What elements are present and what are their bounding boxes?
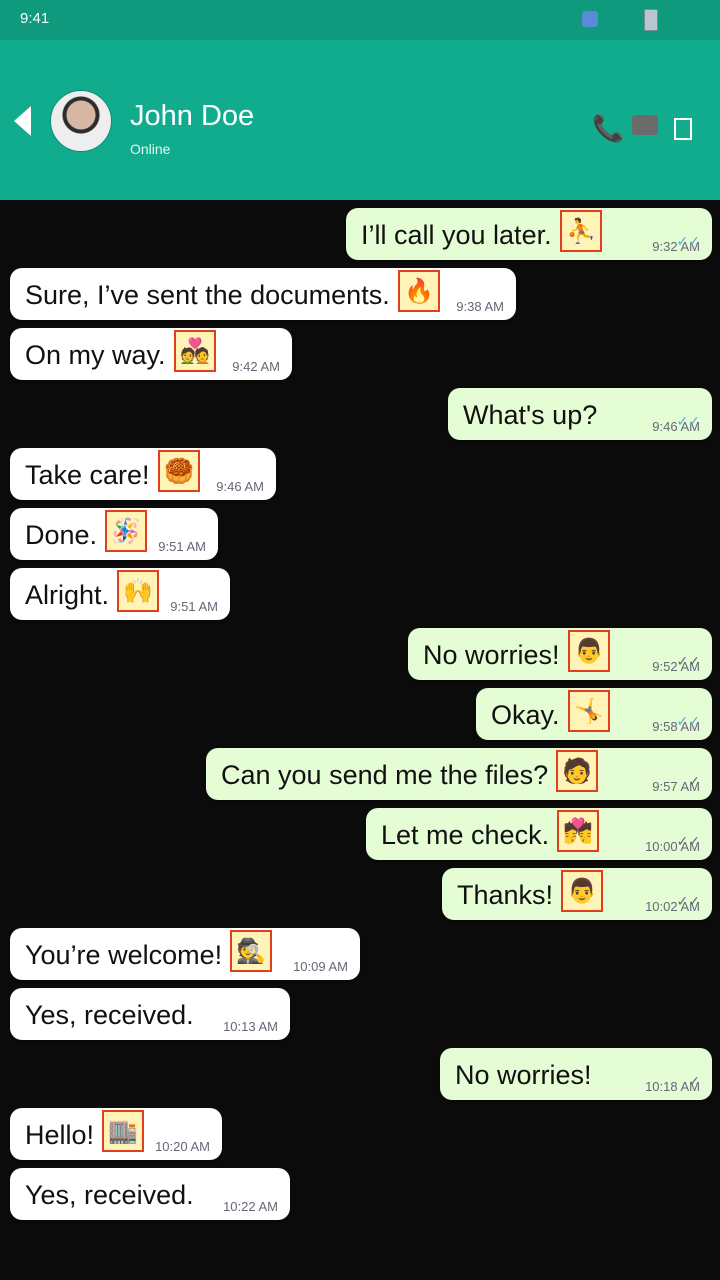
delivery-check-icon: ✓✓ <box>676 654 700 670</box>
delivery-check-icon: ✓✓ <box>676 414 700 430</box>
message-text: No worries! <box>423 640 560 670</box>
incoming-message[interactable]: Done. 🪅 9:51 AM <box>10 508 218 560</box>
message-time: 10:09 AM <box>293 959 348 974</box>
status-time: 9:41 <box>20 10 50 27</box>
outgoing-message[interactable]: What's up? 9:46 AM ✓✓ <box>448 388 712 440</box>
outgoing-message[interactable]: Okay. 🤸 9:58 AM ✓✓ <box>476 688 712 740</box>
message-time: 10:13 AM <box>223 1019 278 1034</box>
message-emoji-icon: 💑 <box>174 330 216 372</box>
message-emoji-icon: 💏 <box>557 810 599 852</box>
message-emoji-icon: 🙌 <box>117 570 159 612</box>
message-text: Can you send me the files? <box>221 760 549 790</box>
message-text: Alright. <box>25 580 110 610</box>
message-text: Yes, received. <box>25 1180 194 1210</box>
message-time: 9:51 AM <box>170 599 218 614</box>
incoming-message[interactable]: You’re welcome! 🕵 10:09 AM <box>10 928 360 980</box>
delivery-check-icon: ✓✓ <box>676 834 700 850</box>
message-text: No worries! <box>455 1060 592 1090</box>
message-emoji-icon: 🪅 <box>105 510 147 552</box>
message-text: Hello! <box>25 1120 95 1150</box>
delivery-check-icon: ✓ <box>688 1074 700 1090</box>
message-text: Yes, received. <box>25 1000 194 1030</box>
message-emoji-icon: 🕵 <box>230 930 272 972</box>
video-camera-icon[interactable] <box>632 115 658 135</box>
message-text: Okay. <box>491 700 560 730</box>
message-text: I’ll call you later. <box>361 220 552 250</box>
outgoing-message[interactable]: Thanks! 👨 10:02 AM ✓✓ <box>442 868 712 920</box>
message-emoji-icon: 👨 <box>561 870 603 912</box>
message-text: Done. <box>25 520 98 550</box>
outgoing-message[interactable]: No worries! 10:18 AM ✓ <box>440 1048 712 1100</box>
incoming-message[interactable]: Yes, received. 10:13 AM <box>10 988 290 1040</box>
incoming-message[interactable]: Sure, I’ve sent the documents. 🔥 9:38 AM <box>10 268 516 320</box>
message-emoji-icon: 🏬 <box>102 1110 144 1152</box>
message-time: 9:38 AM <box>456 299 504 314</box>
message-time: 9:42 AM <box>232 359 280 374</box>
message-time: 9:46 AM <box>216 479 264 494</box>
phone-icon[interactable]: 📞 <box>592 113 624 144</box>
message-text: Take care! <box>25 460 150 490</box>
message-time: 9:51 AM <box>158 539 206 554</box>
message-text: You’re welcome! <box>25 940 223 970</box>
message-emoji-icon: 🧑 <box>556 750 598 792</box>
signal-icon <box>582 11 598 27</box>
delivery-check-icon: ✓ <box>688 774 700 790</box>
outgoing-message[interactable]: No worries! 👨 9:52 AM ✓✓ <box>408 628 712 680</box>
message-emoji-icon: 🤸 <box>568 690 610 732</box>
outgoing-message[interactable]: Let me check. 💏 10:00 AM ✓✓ <box>366 808 712 860</box>
contact-name[interactable]: John Doe <box>130 100 254 133</box>
incoming-message[interactable]: Hello! 🏬 10:20 AM <box>10 1108 222 1160</box>
message-emoji-icon: 👨 <box>568 630 610 672</box>
delivery-check-icon: ✓✓ <box>676 894 700 910</box>
battery-icon <box>644 9 658 31</box>
message-text: Thanks! <box>457 880 554 910</box>
message-emoji-icon: ⛹ <box>560 210 602 252</box>
delivery-check-icon: ✓✓ <box>676 234 700 250</box>
delivery-check-icon: ✓✓ <box>676 714 700 730</box>
message-time: 10:20 AM <box>155 1139 210 1154</box>
incoming-message[interactable]: Take care! 🥮 9:46 AM <box>10 448 276 500</box>
message-text: Let me check. <box>381 820 550 850</box>
incoming-message[interactable]: Yes, received. 10:22 AM <box>10 1168 290 1220</box>
message-emoji-icon: 🔥 <box>398 270 440 312</box>
status-bar: 9:41 <box>0 0 720 40</box>
message-text: On my way. <box>25 340 166 370</box>
back-arrow-icon[interactable] <box>14 106 31 136</box>
message-text: Sure, I’ve sent the documents. <box>25 280 390 310</box>
outgoing-message[interactable]: I’ll call you later. ⛹ 9:32 AM ✓✓ <box>346 208 712 260</box>
message-time: 10:22 AM <box>223 1199 278 1214</box>
incoming-message[interactable]: Alright. 🙌 9:51 AM <box>10 568 230 620</box>
avatar[interactable] <box>50 90 112 152</box>
incoming-message[interactable]: On my way. 💑 9:42 AM <box>10 328 292 380</box>
menu-icon[interactable] <box>674 118 692 140</box>
message-text: What's up? <box>463 400 598 430</box>
contact-status: Online <box>130 141 171 157</box>
outgoing-message[interactable]: Can you send me the files? 🧑 9:57 AM ✓ <box>206 748 712 800</box>
message-emoji-icon: 🥮 <box>158 450 200 492</box>
